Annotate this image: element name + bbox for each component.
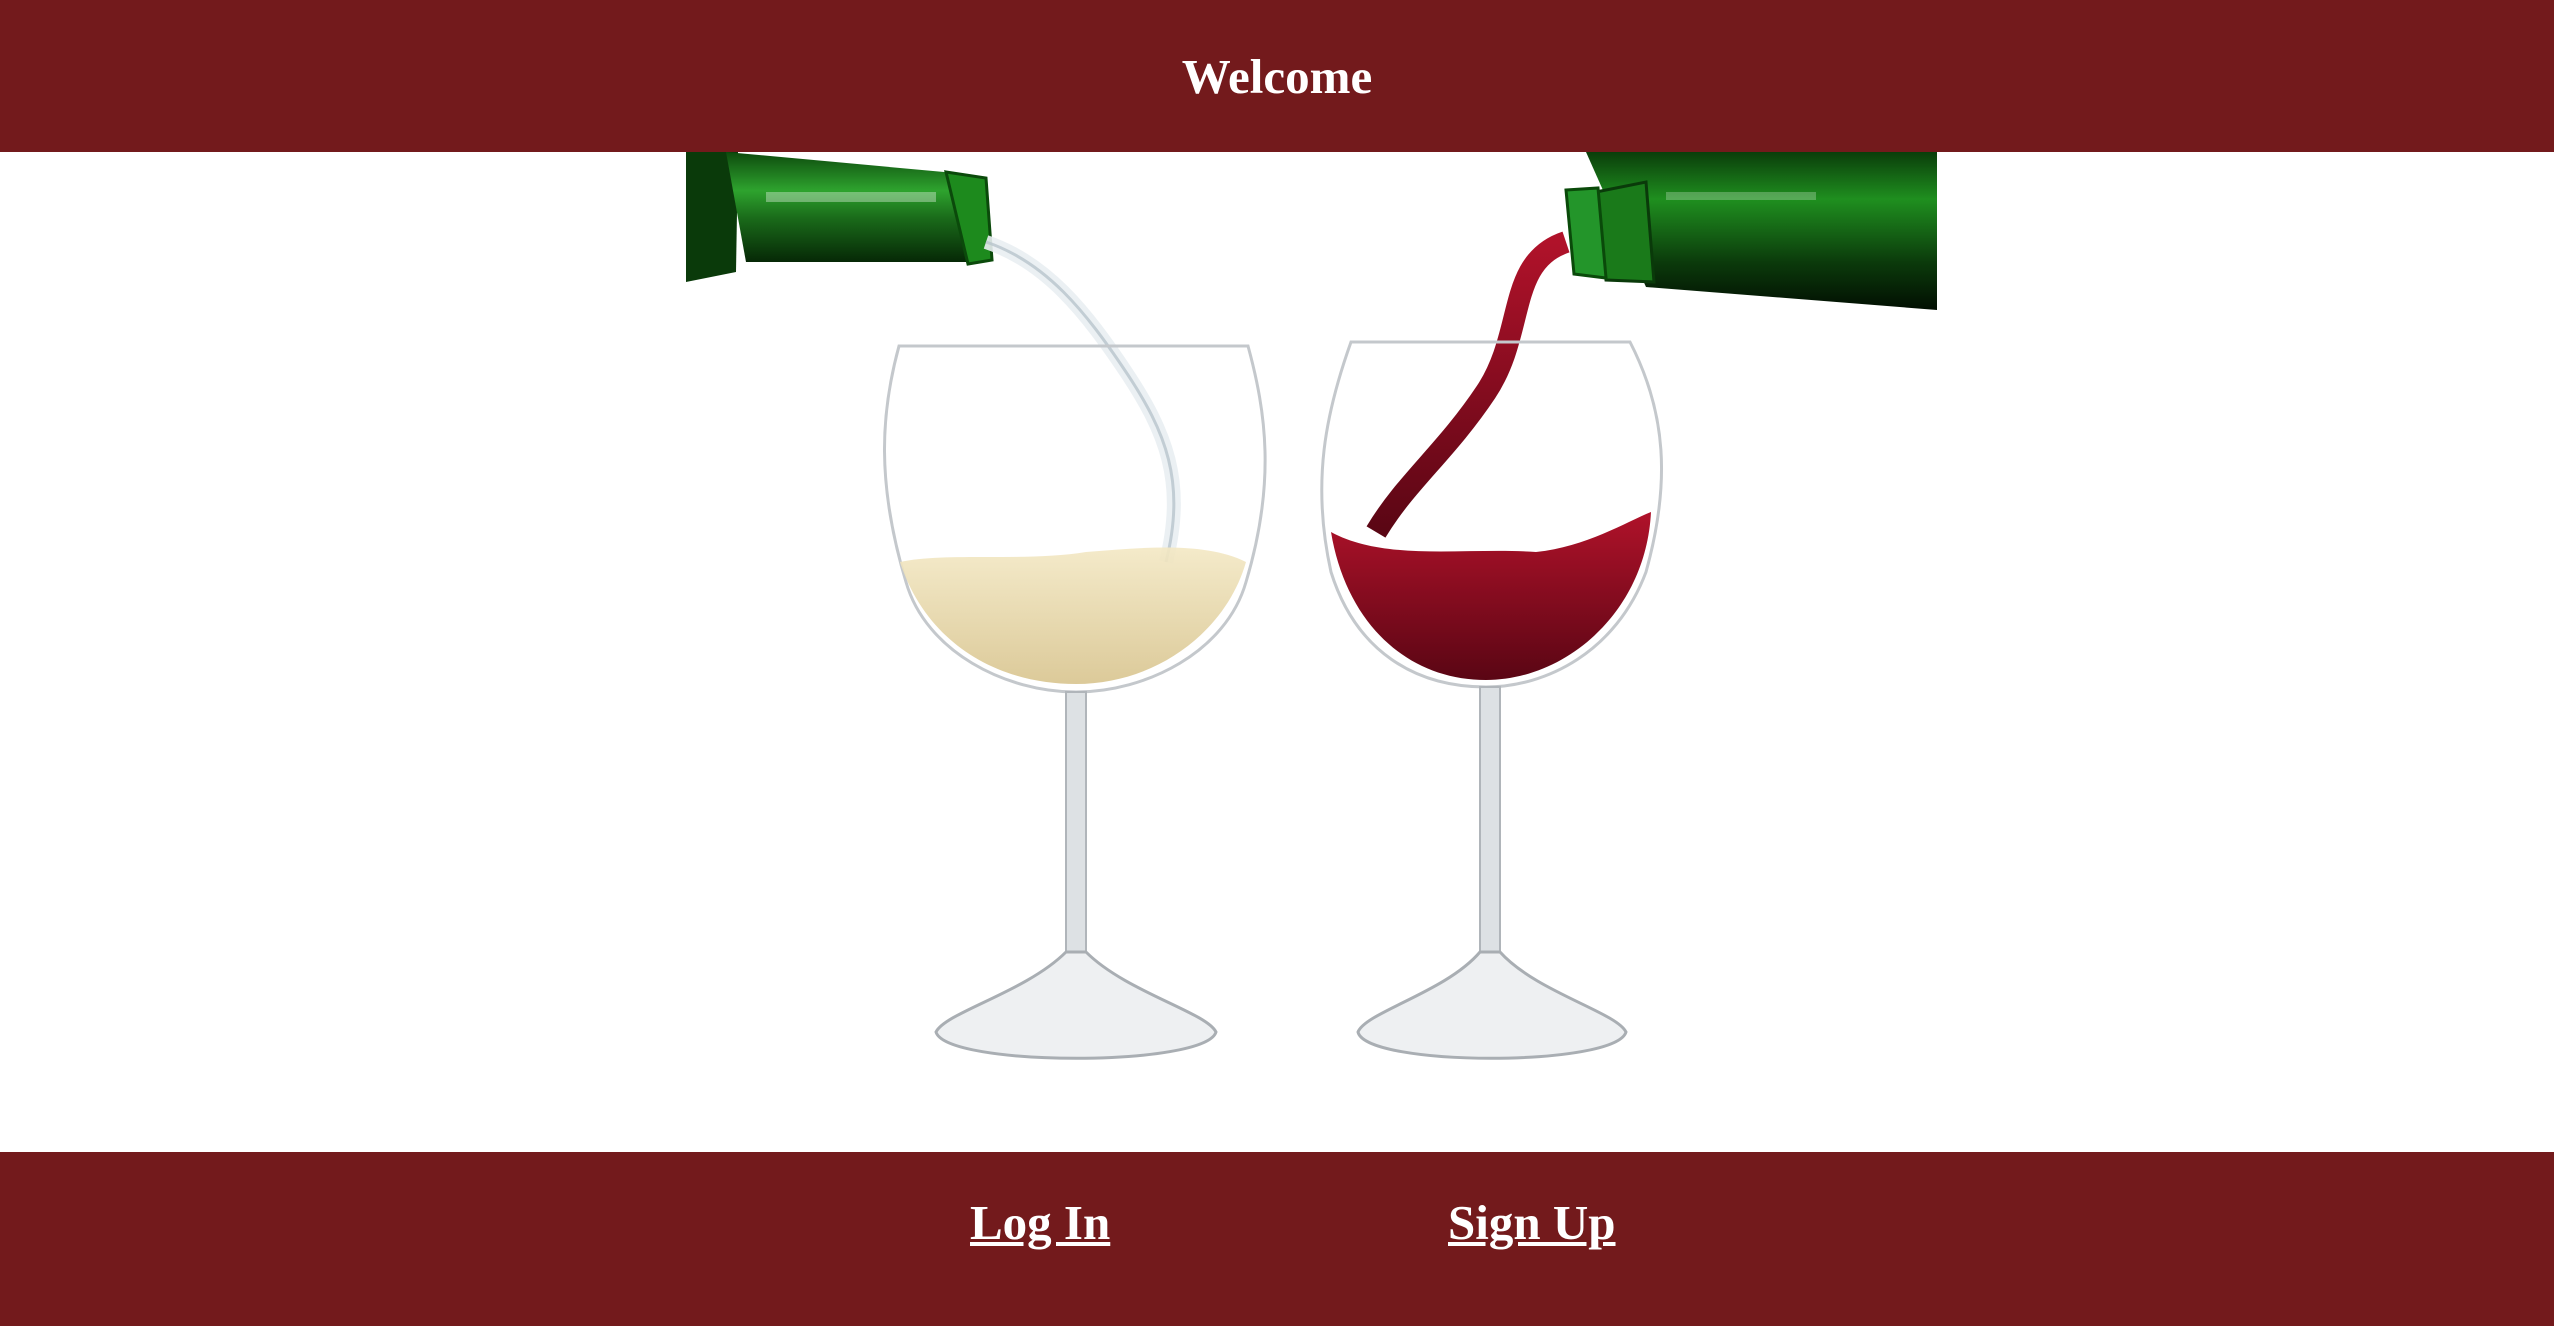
- page-title: Welcome: [1181, 48, 1373, 104]
- white-wine-glass: [883, 344, 1267, 1060]
- hero-image: [686, 152, 1937, 1087]
- left-bottle: [686, 152, 994, 282]
- wine-pouring-image: [686, 152, 1937, 1060]
- footer-bar: Log In Sign Up: [0, 1152, 2554, 1326]
- red-wine-glass: [1320, 340, 1664, 1060]
- right-bottle: [1564, 152, 1937, 310]
- top-banner: Welcome: [0, 0, 2554, 152]
- login-link[interactable]: Log In: [970, 1194, 1110, 1251]
- signup-link[interactable]: Sign Up: [1448, 1194, 1616, 1251]
